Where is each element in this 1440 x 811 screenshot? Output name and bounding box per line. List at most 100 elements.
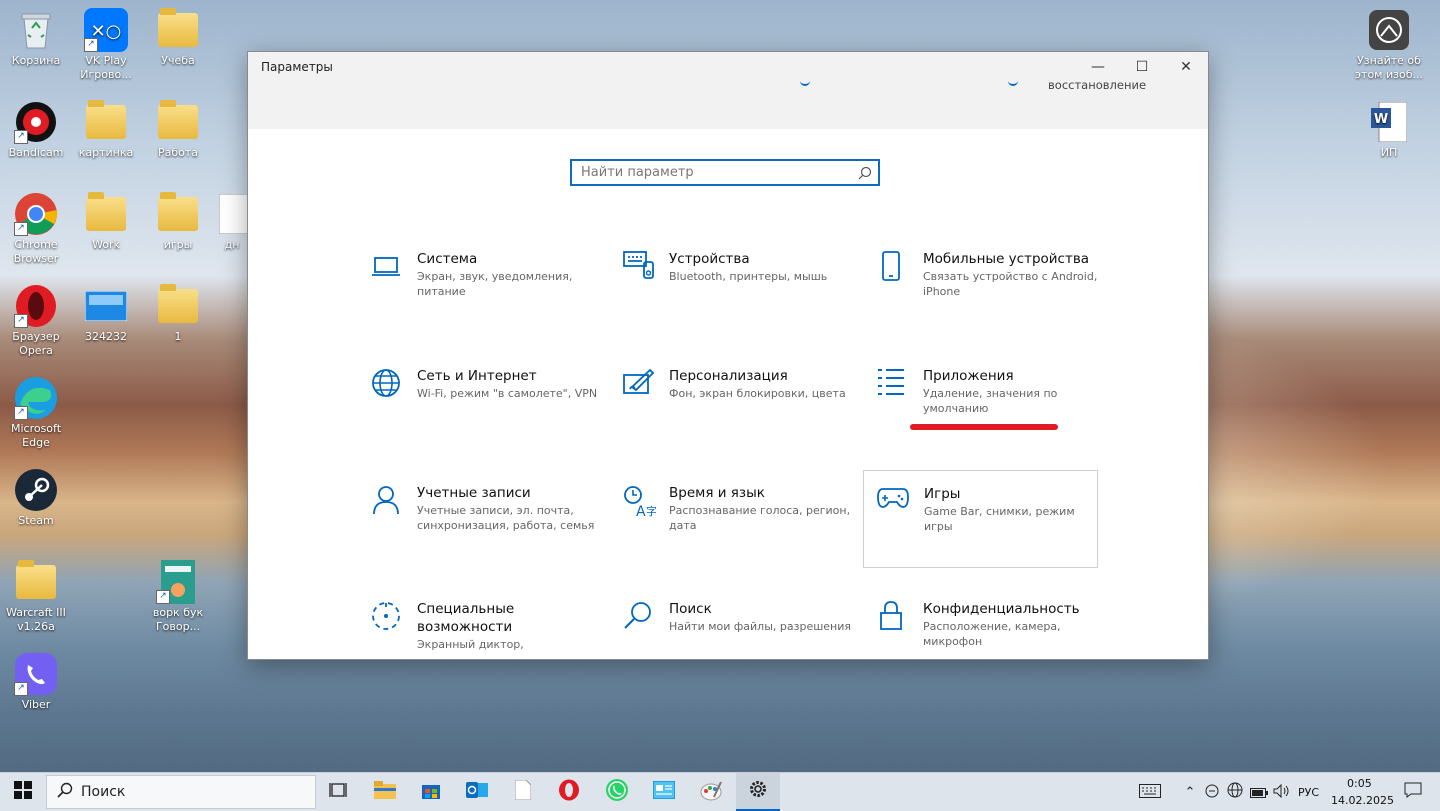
tray-volume[interactable] [1270,773,1292,811]
document-icon [212,192,252,236]
tile-mobile-devices[interactable]: Мобильные устройства Связать устройство … [876,250,1110,346]
apps-list-icon [876,367,916,407]
whatsapp-icon [605,778,629,806]
tile-accessibility[interactable]: Специальные возможности Экранный диктор, [370,600,604,659]
desktop-icon-bandicam[interactable]: ↗ Bandicam [0,100,72,160]
taskbar-opera[interactable] [548,773,590,811]
tray-icon-1[interactable] [1202,773,1222,811]
close-button[interactable]: ✕ [1164,52,1208,82]
desktop-icon-viber[interactable]: ↗ Viber [0,652,72,712]
shortcut-arrow-icon: ↗ [14,314,28,328]
tile-network[interactable]: Сеть и Интернет Wi-Fi, режим "в самолете… [370,367,604,463]
word-document-icon: W [1367,100,1411,144]
meet-now-icon [1205,783,1219,802]
taskbar-search-box[interactable]: Поиск [46,775,316,809]
paint-icon [700,779,722,805]
desktop-icon-learn-about-image[interactable]: Узнайте об этом изоб... [1353,8,1425,82]
taskbar-whatsapp[interactable] [594,773,640,811]
tile-description: Распознавание голоса, регион, дата [669,504,851,532]
keyboard-icon [622,250,662,290]
search-icon[interactable] [858,165,872,184]
desktop-icon-recycle-bin[interactable]: Корзина [0,8,72,68]
shortcut-arrow-icon: ↗ [84,38,98,52]
opera-icon: ↗ [14,284,58,328]
tile-devices[interactable]: Устройства Bluetooth, принтеры, мышь [622,250,856,346]
desktop-icon-rabota[interactable]: Работа [142,100,214,160]
desktop-icon-1[interactable]: 1 [142,284,214,344]
desktop-icon-workbook[interactable]: ↗ ворк бук Говор... [142,560,214,634]
tile-title: Персонализация [669,368,788,384]
language-indicator[interactable]: РУС [1298,786,1319,799]
desktop-icon-kartinka[interactable]: картинка [70,100,142,160]
clock-time[interactable]: 0:05 [1347,777,1372,790]
tray-network[interactable] [1224,773,1246,811]
tile-gaming[interactable]: Игры Game Bar, снимки, режим игры [863,470,1098,568]
desktop-icon-label: Узнайте об этом изоб... [1355,54,1423,81]
taskbar-notepad[interactable] [502,773,544,811]
desktop-icon-chrome[interactable]: ↗ Chrome Browser [0,192,72,266]
tray-battery[interactable] [1248,773,1270,811]
desktop-icon-label: ворк бук Говор... [152,606,204,633]
image-file-icon [84,284,128,328]
touch-keyboard-button[interactable] [1136,773,1164,811]
settings-window: Параметры восстановление — ☐ ✕ Система Э… [247,51,1209,660]
shortcut-arrow-icon: ↗ [14,682,28,696]
settings-search-box[interactable] [570,159,880,186]
folder-icon [156,100,200,144]
desktop-icon-label: картинка [78,146,134,159]
tile-search[interactable]: Поиск Найти мои файлы, разрешения [622,600,856,659]
windows-logo-icon [14,781,32,803]
taskbar-explorer[interactable] [364,773,406,811]
time-language-icon: A字 [622,484,662,524]
title-bar: Параметры восстановление — ☐ ✕ [248,52,1208,129]
desktop-icon-label: Браузер Opera [12,330,60,357]
desktop-icon-label: 1 [174,330,182,343]
globe-icon [1227,782,1243,802]
tile-apps[interactable]: Приложения Удаление, значения по умолчан… [876,367,1110,463]
maximize-button[interactable]: ☐ [1120,52,1164,82]
tile-description: Расположение, камера, микрофон [923,620,1061,648]
show-hidden-icons-button[interactable]: ⌃ [1180,773,1200,811]
taskbar-settings[interactable] [736,773,780,811]
book-icon: ↗ [156,560,200,604]
tile-privacy[interactable]: Конфиденциальность Расположение, камера,… [876,600,1110,659]
desktop-icon-work[interactable]: Work [70,192,142,252]
taskbar-paint[interactable] [688,773,734,811]
desktop-icon-label: Work [92,238,120,251]
desktop-icon-vk-play[interactable]: ✕○ ↗ VK Play Игрово... [70,8,142,82]
tile-time-language[interactable]: A字 Время и язык Распознавание голоса, ре… [622,484,856,580]
desktop-icon-324232[interactable]: 324232 [70,284,142,344]
tile-title: Конфиденциальность [923,601,1080,617]
taskbar-search-label: Поиск [81,784,126,800]
desktop-icon-edge[interactable]: ↗ Microsoft Edge [0,376,72,450]
desktop-icon-label: Корзина [11,54,61,67]
start-button[interactable] [0,773,46,811]
desktop-icon-dn[interactable]: дн [212,192,252,252]
taskbar-store[interactable] [410,773,452,811]
accessibility-icon [370,600,410,640]
desktop-icon-opera[interactable]: ↗ Браузер Opera [0,284,72,358]
desktop-icon-label: VK Play Игрово... [80,54,132,81]
bandicam-icon: ↗ [14,100,58,144]
clock-date[interactable]: 14.02.2025 [1331,794,1394,807]
desktop-icon-steam[interactable]: Steam [0,468,72,528]
laptop-icon [370,250,410,290]
tile-accounts[interactable]: Учетные записи Учетные записи, эл. почта… [370,484,604,580]
tile-personalization[interactable]: Персонализация Фон, экран блокировки, цв… [622,367,856,463]
minimize-button[interactable]: — [1076,52,1120,82]
desktop-icon-ip[interactable]: W ИП [1353,100,1425,160]
shortcut-arrow-icon: ↗ [14,222,28,236]
desktop-icon-warcraft[interactable]: Warcraft III v1.26a [0,560,72,634]
tile-title: Сеть и Интернет [417,368,537,384]
notifications-button[interactable] [1398,773,1428,811]
task-view-button[interactable] [318,773,358,811]
desktop-icon-igry[interactable]: игры [142,192,214,252]
taskbar-app-window[interactable] [642,773,686,811]
taskbar-outlook[interactable] [456,773,498,811]
partial-icon [800,80,810,86]
search-input[interactable] [572,161,851,184]
desktop-icon-ucheba[interactable]: Учеба [142,8,214,68]
desktop-icon-label: дн [224,238,240,251]
phone-icon [876,250,916,290]
tile-system[interactable]: Система Экран, звук, уведомления, питани… [370,250,604,346]
